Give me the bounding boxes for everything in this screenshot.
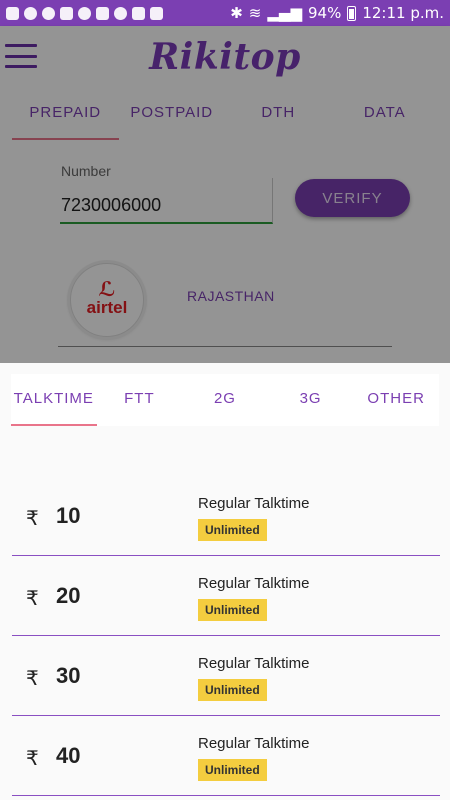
whatsapp-icon (114, 6, 127, 20)
rupee-icon: ₹ (26, 666, 39, 690)
operator-logo-text: airtel (86, 298, 128, 317)
recharge-tabs: PREPAID POSTPAID DTH DATA (12, 88, 438, 140)
number-label: Number (61, 163, 111, 179)
plan-description: Regular Talktime (198, 575, 310, 592)
bluetooth-icon: ✱ (230, 4, 243, 22)
validity-badge: Unlimited (198, 679, 267, 701)
airtel-swirl-icon: ℒ (98, 279, 116, 301)
skype-icon (60, 6, 73, 20)
plan-row[interactable]: ₹ 20 Regular Talktime Unlimited (12, 556, 440, 636)
twitter-icon (96, 6, 109, 20)
validity-badge: Unlimited (198, 519, 267, 541)
verify-button[interactable]: VERIFY (295, 179, 410, 217)
divider (58, 346, 392, 347)
messages-icon (6, 6, 19, 20)
plan-amount: 20 (56, 583, 81, 608)
plan-tabs: TALKTIME FTT 2G 3G OTHER (11, 374, 439, 426)
status-bar: ✱ ≋ ▂▄▆ 94% 12:11 p.m. (0, 0, 450, 26)
hangouts-icon (42, 6, 55, 20)
number-input[interactable] (60, 178, 273, 224)
tab-data[interactable]: DATA (332, 88, 439, 140)
twitter-icon (150, 6, 163, 20)
operator-circle: RAJASTHAN (187, 288, 275, 304)
plan-row[interactable]: ₹ 30 Regular Talktime Unlimited (12, 636, 440, 716)
rupee-icon: ₹ (26, 586, 39, 610)
tab-postpaid[interactable]: POSTPAID (119, 88, 226, 140)
rupee-icon: ₹ (26, 506, 39, 530)
signal-icon: ▂▄▆ (267, 4, 302, 22)
battery-level: 94% (307, 4, 342, 22)
recharge-form: PREPAID POSTPAID DTH DATA Number VERIFY … (0, 88, 450, 363)
plan-amount: 30 (56, 663, 81, 688)
tab-prepaid[interactable]: PREPAID (12, 88, 119, 140)
operator-logo: ℒ airtel (70, 263, 144, 337)
app-header: Rikitop (0, 26, 450, 88)
tab-other[interactable]: OTHER (353, 374, 439, 426)
gallery-icon (132, 6, 145, 20)
plan-description: Regular Talktime (198, 655, 310, 672)
wifi-icon: ≋ (248, 4, 262, 22)
validity-badge: Unlimited (198, 599, 267, 621)
plans-sheet: TALKTIME FTT 2G 3G OTHER ₹ 10 Regular Ta… (0, 363, 450, 800)
plan-amount: 10 (56, 503, 81, 528)
tab-3g[interactable]: 3G (268, 374, 354, 426)
plan-list: ₹ 10 Regular Talktime Unlimited ₹ 20 Reg… (12, 476, 440, 796)
validity-badge: Unlimited (198, 759, 267, 781)
tab-2g[interactable]: 2G (182, 374, 268, 426)
battery-icon (347, 5, 357, 21)
notification-icons (6, 6, 163, 20)
clock: 12:11 p.m. (362, 4, 444, 22)
plan-description: Regular Talktime (198, 495, 310, 512)
tab-ftt[interactable]: FTT (97, 374, 183, 426)
app-logo: Rikitop (149, 36, 301, 78)
chrome-icon (24, 6, 37, 20)
tab-talktime[interactable]: TALKTIME (11, 374, 97, 426)
rupee-icon: ₹ (26, 746, 39, 770)
tab-dth[interactable]: DTH (225, 88, 332, 140)
plan-amount: 40 (56, 743, 81, 768)
plan-description: Regular Talktime (198, 735, 310, 752)
whatsapp-icon (78, 6, 91, 20)
plan-row[interactable]: ₹ 10 Regular Talktime Unlimited (12, 476, 440, 556)
plan-row[interactable]: ₹ 40 Regular Talktime Unlimited (12, 716, 440, 796)
